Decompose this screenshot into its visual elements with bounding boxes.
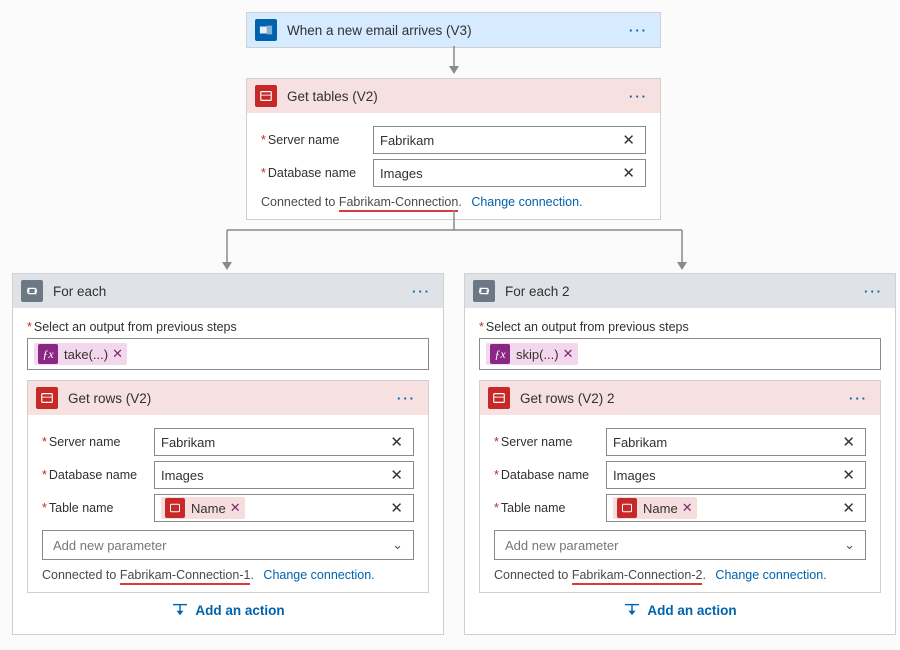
- fx-icon: ƒx: [38, 344, 58, 364]
- sql-icon: [488, 387, 510, 409]
- server-name-input[interactable]: Fabrikam ✕: [373, 126, 646, 154]
- add-action-button[interactable]: Add an action: [27, 603, 429, 620]
- get-rows-left-card[interactable]: Get rows (V2) ··· *Server name Fabrikam✕…: [27, 380, 429, 593]
- table-name-label: *Table name: [494, 501, 606, 515]
- connection-status: Connected to Fabrikam-Connection-1. Chan…: [42, 568, 414, 582]
- get-rows-left-title: Get rows (V2): [68, 391, 393, 406]
- change-connection-link[interactable]: Change connection.: [715, 568, 826, 582]
- server-name-input[interactable]: Fabrikam✕: [154, 428, 414, 456]
- get-tables-title: Get tables (V2): [287, 89, 625, 104]
- database-name-label: *Database name: [42, 468, 154, 482]
- foreach-left-title: For each: [53, 284, 408, 299]
- get-tables-menu[interactable]: ···: [625, 89, 652, 104]
- get-tables-header[interactable]: Get tables (V2) ···: [247, 79, 660, 113]
- select-output-label: *Select an output from previous steps: [27, 320, 429, 334]
- trigger-header[interactable]: When a new email arrives (V3) ···: [247, 13, 660, 47]
- trigger-menu[interactable]: ···: [625, 23, 652, 38]
- trigger-title: When a new email arrives (V3): [287, 23, 625, 38]
- database-name-label: *Database name: [261, 166, 373, 180]
- chip-remove-icon[interactable]: ✕: [230, 500, 241, 516]
- workflow-canvas: When a new email arrives (V3) ··· Get ta…: [0, 0, 900, 650]
- clear-icon[interactable]: ✕: [838, 466, 859, 484]
- get-rows-right-menu[interactable]: ···: [845, 391, 872, 406]
- server-name-label: *Server name: [494, 435, 606, 449]
- table-name-input[interactable]: Name ✕ ✕: [154, 494, 414, 522]
- table-name-label: *Table name: [42, 501, 154, 515]
- chip-remove-icon[interactable]: ✕: [682, 500, 693, 516]
- table-chip[interactable]: Name ✕: [613, 497, 697, 519]
- get-rows-right-card[interactable]: Get rows (V2) 2 ··· *Server name Fabrika…: [479, 380, 881, 593]
- clear-icon[interactable]: ✕: [386, 499, 407, 517]
- trigger-card[interactable]: When a new email arrives (V3) ···: [246, 12, 661, 48]
- sql-icon: [165, 498, 185, 518]
- table-name-input[interactable]: Name ✕ ✕: [606, 494, 866, 522]
- chevron-down-icon: ⌄: [844, 537, 855, 553]
- sql-icon: [255, 85, 277, 107]
- outlook-icon: [255, 19, 277, 41]
- chip-remove-icon[interactable]: ✕: [112, 346, 123, 362]
- get-rows-right-header[interactable]: Get rows (V2) 2 ···: [480, 381, 880, 415]
- foreach-left-card[interactable]: For each ··· *Select an output from prev…: [12, 273, 444, 635]
- loop-icon: [21, 280, 43, 302]
- add-action-button[interactable]: Add an action: [479, 603, 881, 620]
- foreach-left-header[interactable]: For each ···: [13, 274, 443, 308]
- foreach-right-title: For each 2: [505, 284, 860, 299]
- chevron-down-icon: ⌄: [392, 537, 403, 553]
- clear-icon[interactable]: ✕: [386, 466, 407, 484]
- add-parameter-select[interactable]: Add new parameter ⌄: [494, 530, 866, 560]
- foreach-left-menu[interactable]: ···: [408, 284, 435, 299]
- select-output-input[interactable]: ƒx take(...) ✕: [27, 338, 429, 370]
- clear-icon[interactable]: ✕: [618, 131, 639, 149]
- add-action-icon: [623, 602, 641, 619]
- select-output-input[interactable]: ƒx skip(...) ✕: [479, 338, 881, 370]
- database-name-input[interactable]: Images ✕: [373, 159, 646, 187]
- select-output-label: *Select an output from previous steps: [479, 320, 881, 334]
- get-rows-left-header[interactable]: Get rows (V2) ···: [28, 381, 428, 415]
- clear-icon[interactable]: ✕: [618, 164, 639, 182]
- clear-icon[interactable]: ✕: [838, 433, 859, 451]
- fx-chip[interactable]: ƒx take(...) ✕: [34, 343, 127, 365]
- change-connection-link[interactable]: Change connection.: [263, 568, 374, 582]
- change-connection-link[interactable]: Change connection.: [471, 195, 582, 209]
- server-name-label: *Server name: [261, 133, 373, 147]
- sql-icon: [36, 387, 58, 409]
- server-name-label: *Server name: [42, 435, 154, 449]
- fx-icon: ƒx: [490, 344, 510, 364]
- foreach-right-header[interactable]: For each 2 ···: [465, 274, 895, 308]
- connection-status: Connected to Fabrikam-Connection. Change…: [261, 195, 646, 209]
- add-action-icon: [171, 602, 189, 619]
- loop-icon: [473, 280, 495, 302]
- fx-chip[interactable]: ƒx skip(...) ✕: [486, 343, 578, 365]
- get-tables-card[interactable]: Get tables (V2) ··· *Server name Fabrika…: [246, 78, 661, 220]
- get-rows-right-title: Get rows (V2) 2: [520, 391, 845, 406]
- clear-icon[interactable]: ✕: [386, 433, 407, 451]
- get-rows-left-menu[interactable]: ···: [393, 391, 420, 406]
- foreach-right-menu[interactable]: ···: [860, 284, 887, 299]
- get-tables-body: *Server name Fabrikam ✕ *Database name I…: [247, 113, 660, 219]
- table-chip[interactable]: Name ✕: [161, 497, 245, 519]
- foreach-right-card[interactable]: For each 2 ··· *Select an output from pr…: [464, 273, 896, 635]
- server-name-input[interactable]: Fabrikam✕: [606, 428, 866, 456]
- database-name-label: *Database name: [494, 468, 606, 482]
- database-name-input[interactable]: Images✕: [606, 461, 866, 489]
- add-parameter-select[interactable]: Add new parameter ⌄: [42, 530, 414, 560]
- sql-icon: [617, 498, 637, 518]
- clear-icon[interactable]: ✕: [838, 499, 859, 517]
- database-name-input[interactable]: Images✕: [154, 461, 414, 489]
- connection-status: Connected to Fabrikam-Connection-2. Chan…: [494, 568, 866, 582]
- arrow-down-icon: [448, 46, 460, 76]
- chip-remove-icon[interactable]: ✕: [563, 346, 574, 362]
